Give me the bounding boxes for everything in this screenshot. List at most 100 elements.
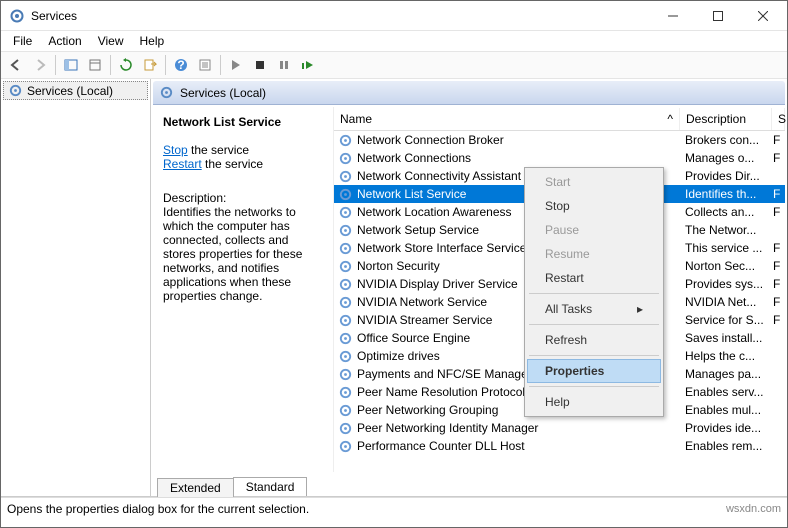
sort-indicator-icon: ^ [667, 112, 673, 126]
ctx-resume[interactable]: Resume [527, 242, 661, 266]
service-desc-cell: This service ... [681, 241, 773, 255]
maximize-button[interactable] [695, 1, 740, 30]
table-row[interactable]: Peer Networking Identity ManagerProvides… [334, 419, 785, 437]
ctx-restart[interactable]: Restart [527, 266, 661, 290]
gear-icon [338, 151, 353, 166]
service-desc-cell: Enables mul... [681, 403, 773, 417]
col-name[interactable]: Name^ [334, 108, 680, 130]
tab-extended[interactable]: Extended [157, 478, 234, 497]
pause-service-button[interactable] [273, 54, 295, 76]
service-desc-cell: Saves install... [681, 331, 773, 345]
ctx-refresh[interactable]: Refresh [527, 328, 661, 352]
service-status-cell: F [773, 187, 785, 201]
service-name-cell: Performance Counter DLL Host [357, 439, 525, 453]
tab-standard[interactable]: Standard [233, 477, 308, 496]
service-name-cell: NVIDIA Display Driver Service [357, 277, 518, 291]
restart-service-line: Restart the service [163, 157, 323, 171]
service-name-cell: Network Connectivity Assistant [357, 169, 521, 183]
gear-icon [338, 223, 353, 238]
gear-icon [338, 385, 353, 400]
col-description[interactable]: Description [680, 108, 772, 130]
service-status-cell: F [773, 133, 785, 147]
description-label: Description: [163, 191, 323, 205]
ctx-properties[interactable]: Properties [527, 359, 661, 383]
show-hide-tree-button[interactable] [60, 54, 82, 76]
tree-pane: Services (Local) [1, 79, 151, 496]
statusbar: Opens the properties dialog box for the … [1, 497, 787, 519]
watermark: wsxdn.com [726, 503, 781, 515]
tab-strip: Extended Standard [151, 474, 787, 496]
tree-node-services-local[interactable]: Services (Local) [3, 81, 148, 100]
service-name-cell: NVIDIA Streamer Service [357, 313, 492, 327]
table-row[interactable]: Network Connection BrokerBrokers con...F [334, 131, 785, 149]
gear-icon [338, 133, 353, 148]
ctx-all-tasks[interactable]: All Tasks▸ [527, 297, 661, 321]
service-name-cell: Norton Security [357, 259, 440, 273]
table-row[interactable]: Network Connections Manages o...F [334, 149, 785, 167]
close-button[interactable] [740, 1, 785, 30]
ctx-start[interactable]: Start [527, 170, 661, 194]
properties-button[interactable] [194, 54, 216, 76]
service-name-cell: Peer Networking Identity Manager [357, 421, 538, 435]
selected-service-name: Network List Service [163, 115, 323, 129]
toolbar: ? [1, 51, 787, 79]
gear-icon [338, 403, 353, 418]
service-status-cell: F [773, 241, 785, 255]
help-button[interactable]: ? [170, 54, 192, 76]
gear-icon [338, 295, 353, 310]
menu-action[interactable]: Action [40, 32, 89, 50]
service-name-cell: Network Location Awareness [357, 205, 512, 219]
service-detail: Network List Service Stop the service Re… [153, 107, 333, 472]
description-text: Identifies the networks to which the com… [163, 205, 323, 303]
ctx-pause[interactable]: Pause [527, 218, 661, 242]
refresh-button[interactable] [115, 54, 137, 76]
menu-separator [529, 293, 659, 294]
service-status-cell: F [773, 151, 785, 165]
toolbar-sep [110, 55, 111, 75]
table-row[interactable]: Performance Counter DLL Host Enables rem.… [334, 437, 785, 455]
service-status-cell: F [773, 295, 785, 309]
tree-node-label: Services (Local) [27, 84, 113, 98]
export-button[interactable] [84, 54, 106, 76]
menu-help[interactable]: Help [132, 32, 173, 50]
menubar: File Action View Help [1, 31, 787, 51]
gear-icon [338, 421, 353, 436]
gear-icon [338, 331, 353, 346]
service-desc-cell: Manages pa... [681, 367, 773, 381]
app-icon [9, 8, 25, 24]
gear-icon [338, 241, 353, 256]
gear-icon [338, 205, 353, 220]
service-desc-cell: Enables serv... [681, 385, 773, 399]
toolbar-sep [165, 55, 166, 75]
start-service-button[interactable] [225, 54, 247, 76]
service-name-cell: Network Connections [357, 151, 471, 165]
ctx-help[interactable]: Help [527, 390, 661, 414]
service-name-cell: Payments and NFC/SE Manager [357, 367, 532, 381]
service-desc-cell: Helps the c... [681, 349, 773, 363]
menu-view[interactable]: View [90, 32, 132, 50]
gear-icon [338, 349, 353, 364]
service-desc-cell: Provides sys... [681, 277, 773, 291]
service-desc-cell: Manages o... [681, 151, 773, 165]
minimize-button[interactable] [650, 1, 695, 30]
back-button[interactable] [5, 54, 27, 76]
gear-icon [338, 169, 353, 184]
context-menu: Start Stop Pause Resume Restart All Task… [524, 167, 664, 417]
ctx-stop[interactable]: Stop [527, 194, 661, 218]
statusbar-text: Opens the properties dialog box for the … [7, 502, 309, 516]
restart-service-button[interactable] [297, 54, 319, 76]
menu-separator [529, 386, 659, 387]
service-status-cell: F [773, 277, 785, 291]
list-header: Name^ Description S [334, 107, 785, 131]
submenu-arrow-icon: ▸ [637, 302, 643, 316]
col-status[interactable]: S [772, 108, 785, 130]
restart-link[interactable]: Restart [163, 157, 202, 171]
forward-button[interactable] [29, 54, 51, 76]
gear-icon [159, 85, 174, 100]
export-list-button[interactable] [139, 54, 161, 76]
service-desc-cell: Enables rem... [681, 439, 773, 453]
stop-link[interactable]: Stop [163, 143, 188, 157]
stop-service-button[interactable] [249, 54, 271, 76]
menu-file[interactable]: File [5, 32, 40, 50]
service-desc-cell: Provides Dir... [681, 169, 773, 183]
